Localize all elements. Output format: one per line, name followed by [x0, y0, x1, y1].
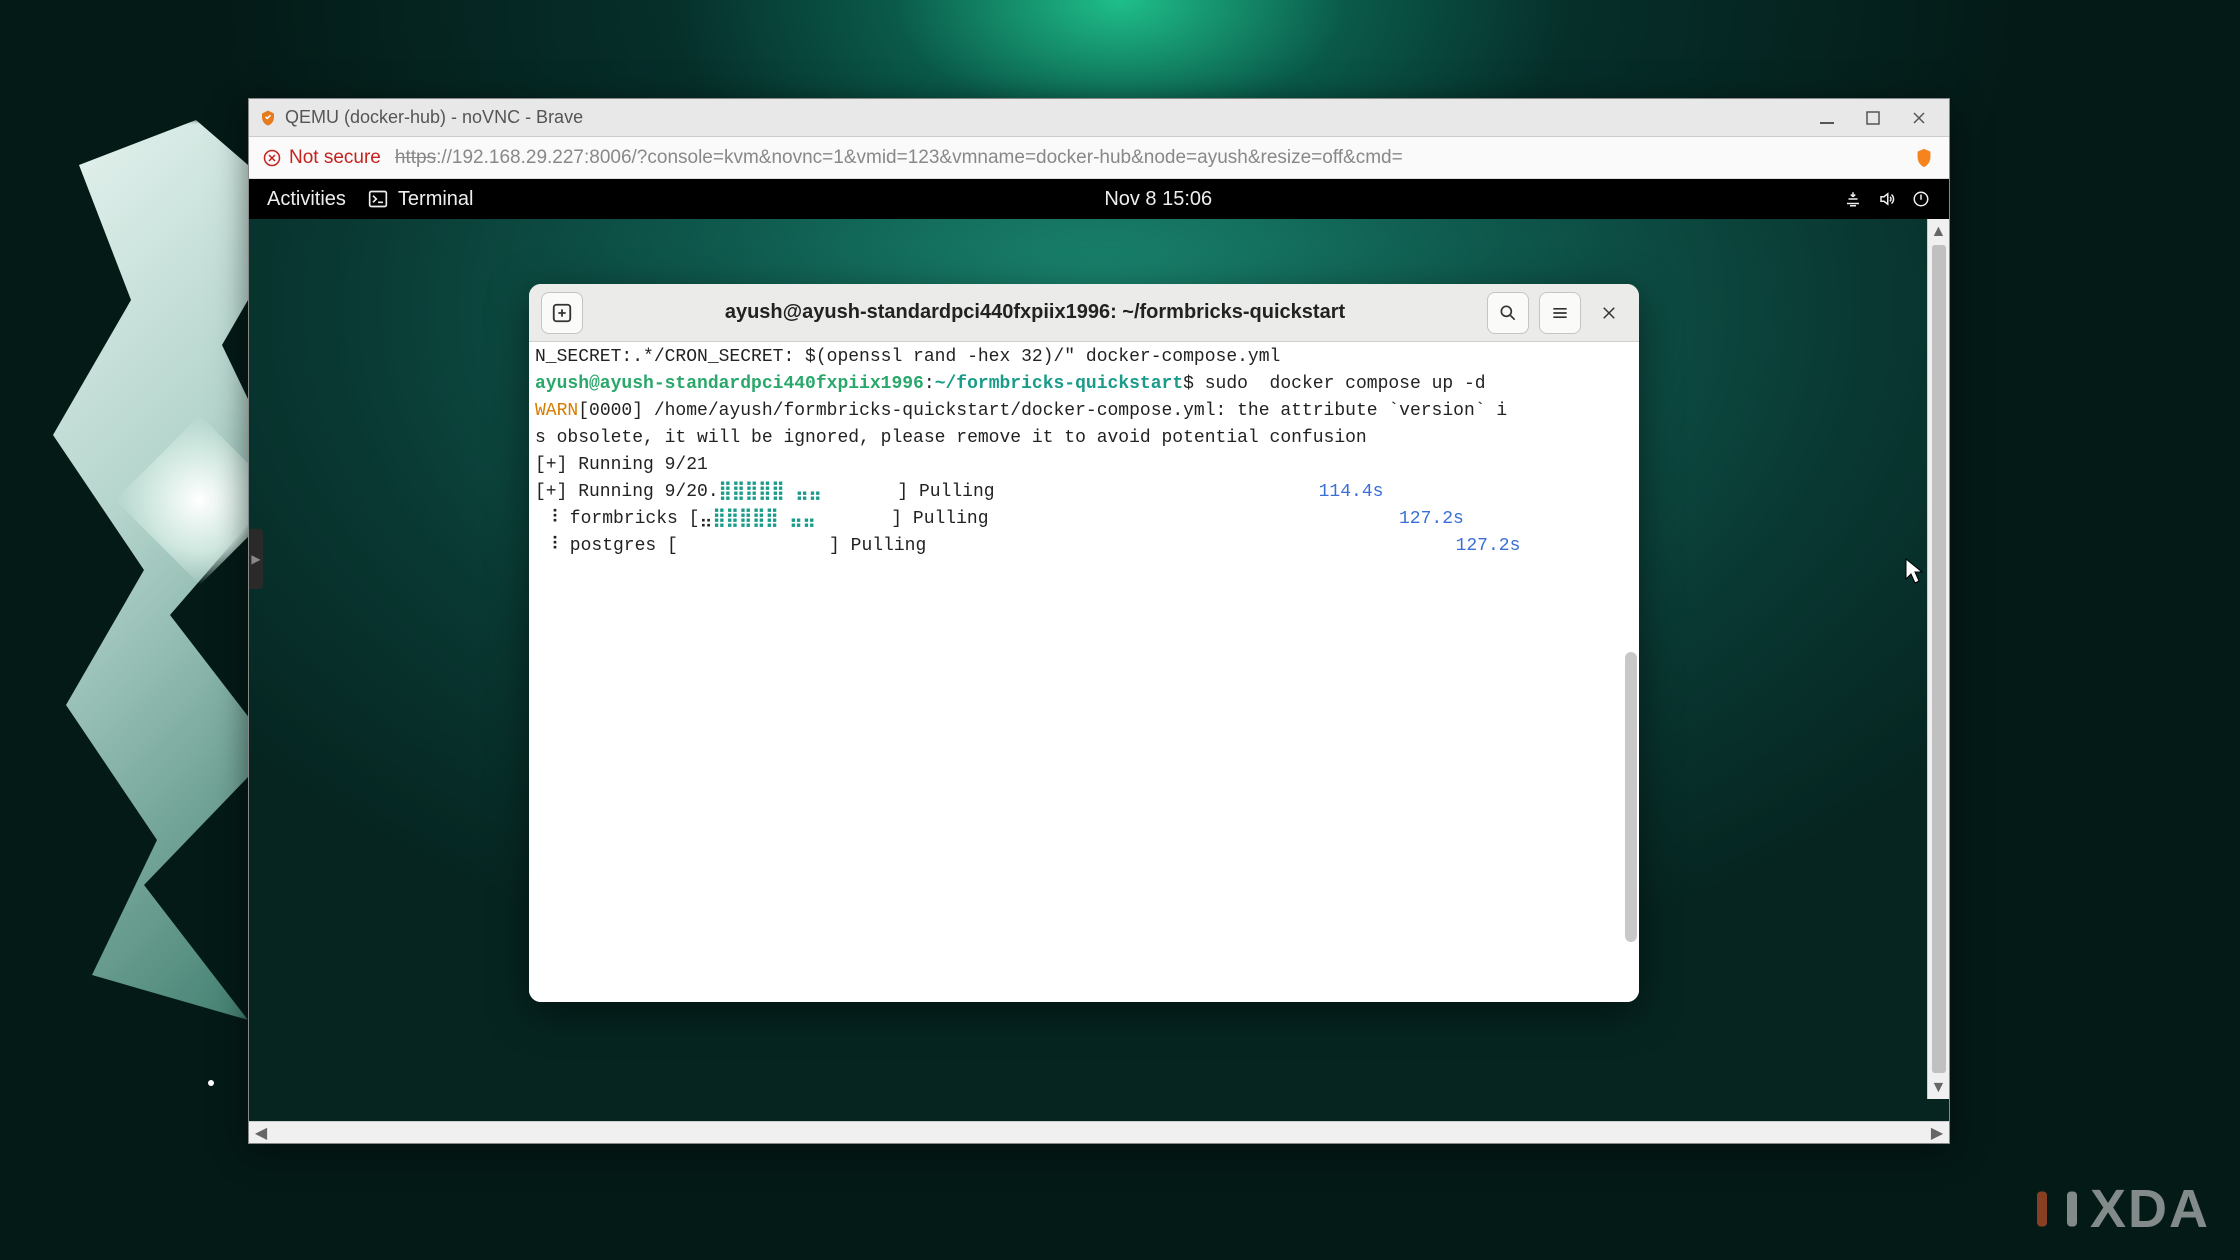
terminal-app-icon [368, 189, 388, 209]
terminal-title: ayush@ayush-standardpci440fxpiix1996: ~/… [593, 301, 1477, 324]
prompt-dollar: $ [1183, 374, 1205, 394]
scroll-down-arrow[interactable]: ▼ [1931, 1079, 1947, 1095]
url-scheme: https [395, 147, 436, 168]
scroll-left-arrow[interactable]: ◀ [253, 1125, 269, 1141]
xda-watermark: XDA [2032, 1178, 2210, 1240]
xda-logo-icon [2032, 1184, 2082, 1234]
plus-icon [551, 302, 573, 324]
terminal-close-button[interactable] [1591, 292, 1627, 334]
prompt-userhost: ayush@ayush-standardpci440fxpiix1996 [535, 374, 924, 394]
vnc-desktop[interactable]: ▶ ayush@ayush-standardpci440fxpiix1996: … [249, 219, 1949, 1121]
xda-text: XDA [2090, 1178, 2210, 1240]
active-app-name: Terminal [398, 188, 474, 211]
elapsed-time: 127.2s [1399, 509, 1464, 529]
term-line: ] Pulling [822, 482, 995, 502]
search-icon [1498, 303, 1518, 323]
browser-tabbar: QEMU (docker-hub) - noVNC - Brave [249, 99, 1949, 137]
not-secure-badge[interactable]: Not secure [263, 147, 381, 169]
warn-tag: WARN [535, 401, 578, 421]
url-text: https://192.168.29.227:8006/?console=kvm… [395, 147, 1403, 169]
volume-icon[interactable] [1877, 189, 1897, 209]
scroll-right-arrow[interactable]: ▶ [1929, 1125, 1945, 1141]
alert-icon [263, 149, 281, 167]
term-line: ⠸ postgres [ [535, 536, 678, 556]
term-line: s obsolete, it will be ignored, please r… [535, 428, 1367, 448]
prompt-path: ~/formbricks-quickstart [935, 374, 1183, 394]
maximize-button[interactable] [1863, 108, 1883, 128]
activities-button[interactable]: Activities [267, 188, 346, 211]
progress-bar: ⣿⣿⣿⣿⣿ ⣤⣤ [713, 509, 816, 529]
hamburger-icon [1550, 303, 1570, 323]
term-line: [+] Running 9/20. [535, 482, 719, 502]
terminal-scrollbar[interactable] [1625, 652, 1637, 942]
elapsed-time: 114.4s [1319, 482, 1384, 502]
prompt-sep: : [924, 374, 935, 394]
term-line: ] Pulling [678, 536, 926, 556]
vertical-scroll-thumb[interactable] [1932, 245, 1946, 1073]
browser-window: QEMU (docker-hub) - noVNC - Brave Not se… [248, 98, 1950, 1144]
term-command: sudo docker compose up -d [1205, 374, 1486, 394]
gnome-top-bar: Activities Terminal Nov 8 15:06 [249, 179, 1949, 219]
active-app-indicator[interactable]: Terminal [368, 188, 474, 211]
window-controls [1817, 108, 1949, 128]
url-rest: ://192.168.29.227:8006/?console=kvm&novn… [436, 147, 1403, 168]
close-button[interactable] [1909, 108, 1929, 128]
terminal-headerbar: ayush@ayush-standardpci440fxpiix1996: ~/… [529, 284, 1639, 342]
term-line: ] Pulling [816, 509, 989, 529]
new-tab-button[interactable] [541, 292, 583, 334]
not-secure-label: Not secure [289, 147, 381, 169]
viewport-horizontal-scrollbar[interactable]: ◀ ▶ [249, 1121, 1949, 1143]
menu-button[interactable] [1539, 292, 1581, 334]
tab-title[interactable]: QEMU (docker-hub) - noVNC - Brave [285, 107, 1817, 128]
gnome-terminal-window: ayush@ayush-standardpci440fxpiix1996: ~/… [529, 284, 1639, 1002]
novnc-sidebar-handle[interactable]: ▶ [249, 529, 263, 589]
network-icon[interactable] [1843, 189, 1863, 209]
terminal-output[interactable]: N_SECRET:.*/CRON_SECRET: $(openssl rand … [529, 342, 1639, 1002]
term-line: ⠸ formbricks [⣤ [535, 509, 713, 529]
elapsed-time: 127.2s [1456, 536, 1521, 556]
power-icon[interactable] [1911, 189, 1931, 209]
wallpaper-dot [208, 1080, 214, 1086]
clock[interactable]: Nov 8 15:06 [473, 188, 1843, 211]
term-line: N_SECRET:.*/CRON_SECRET: $(openssl rand … [535, 347, 1280, 367]
brave-shield-icon[interactable] [1913, 147, 1935, 169]
viewport-vertical-scrollbar[interactable]: ▲ ▼ [1927, 219, 1949, 1099]
address-bar[interactable]: Not secure https://192.168.29.227:8006/?… [249, 137, 1949, 179]
tab-favicon-icon [259, 109, 277, 127]
term-line: [0000] /home/ayush/formbricks-quickstart… [578, 401, 1507, 421]
term-line: [+] Running 9/21 [535, 455, 708, 475]
minimize-button[interactable] [1817, 108, 1837, 128]
mouse-cursor-icon [1905, 558, 1925, 586]
progress-bar: ⣿⣿⣿⣿⣿ ⣤⣤ [719, 482, 822, 502]
close-icon [1600, 304, 1618, 322]
scroll-up-arrow[interactable]: ▲ [1931, 223, 1947, 239]
search-button[interactable] [1487, 292, 1529, 334]
